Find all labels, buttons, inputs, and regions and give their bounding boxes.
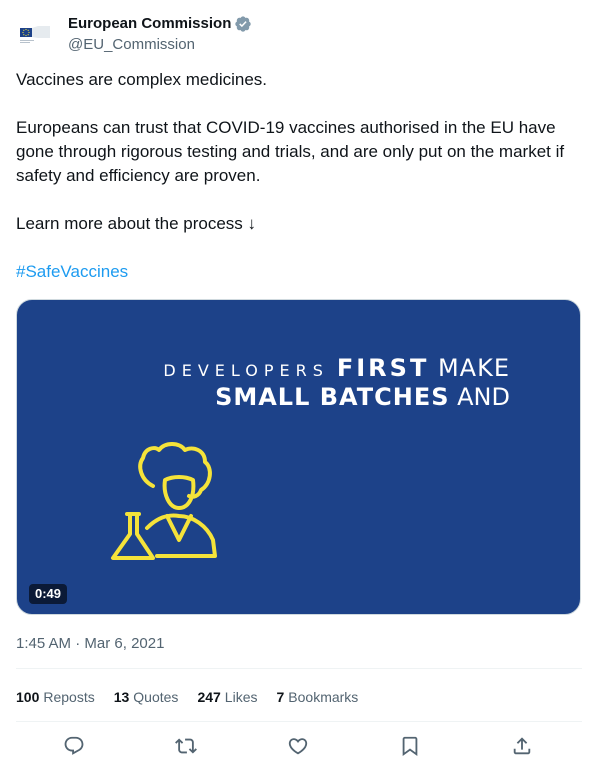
action-bar — [16, 733, 582, 761]
bookmarks-count[interactable]: 7 Bookmarks — [276, 687, 358, 707]
name-row: European Commission — [68, 14, 252, 34]
tweet-text: Vaccines are complex medicines. European… — [16, 68, 584, 284]
engagement-stats: 100 Reposts 13 Quotes 247 Likes 7 Bookmarks — [16, 687, 377, 707]
avatar[interactable] — [16, 16, 56, 56]
tweet: European Commission @EU_Commission Vacci… — [0, 0, 598, 770]
timestamp-date[interactable]: Mar 6, 2021 — [84, 635, 164, 652]
handle[interactable]: @EU_Commission — [68, 35, 252, 55]
scientist-illustration — [111, 442, 217, 560]
bookmark-icon[interactable] — [399, 735, 421, 757]
tweet-paragraph: Vaccines are complex medicines. — [16, 70, 268, 89]
hashtag-link[interactable]: #SafeVaccines — [16, 262, 128, 281]
video-caption-line2: SMALL BATCHES AND — [215, 383, 510, 411]
eu-flag-logo — [20, 26, 50, 43]
author-names: European Commission @EU_Commission — [68, 14, 252, 55]
repost-icon[interactable] — [175, 735, 197, 757]
tweet-paragraph: Europeans can trust that COVID-19 vaccin… — [16, 118, 565, 185]
share-icon[interactable] — [511, 735, 533, 757]
timestamp-separator: · — [71, 635, 85, 652]
divider — [16, 721, 582, 722]
reposts-count[interactable]: 100 Reposts — [16, 687, 95, 707]
video-player[interactable]: DEVELOPERS FIRST MAKE SMALL BATCHES AND 0… — [16, 299, 581, 615]
tweet-paragraph: Learn more about the process ↓ — [16, 214, 257, 233]
like-icon[interactable] — [287, 735, 309, 757]
timestamp-time[interactable]: 1:45 AM — [16, 635, 71, 652]
tweet-header: European Commission @EU_Commission — [16, 12, 576, 56]
divider — [16, 668, 582, 669]
display-name[interactable]: European Commission — [68, 14, 231, 34]
video-duration: 0:49 — [29, 584, 68, 604]
video-caption-line1: DEVELOPERS FIRST MAKE — [163, 354, 510, 382]
reply-icon[interactable] — [63, 735, 85, 757]
verified-badge-icon[interactable] — [234, 15, 252, 33]
quotes-count[interactable]: 13 Quotes — [114, 687, 179, 707]
likes-count[interactable]: 247 Likes — [197, 687, 257, 707]
timestamp: 1:45 AM · Mar 6, 2021 — [16, 634, 164, 654]
